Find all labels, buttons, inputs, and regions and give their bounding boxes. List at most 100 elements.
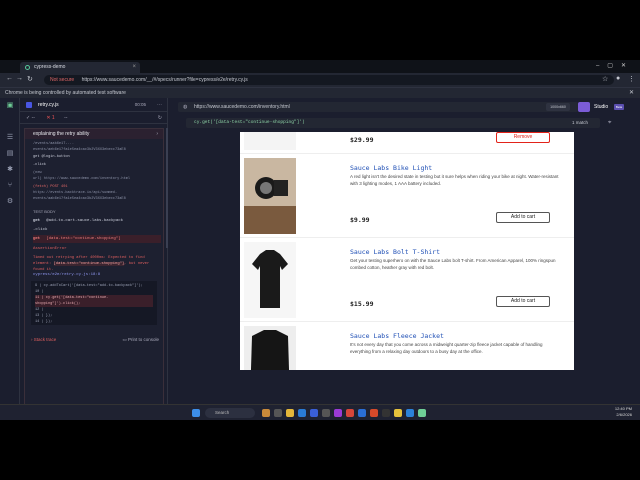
test-panel: explaining the retry ability › /events/a… bbox=[24, 128, 164, 414]
chevron-right-icon[interactable]: › bbox=[156, 129, 158, 139]
test-body-label: TEST BODY bbox=[33, 209, 56, 214]
product-card: $29.99 Remove bbox=[240, 132, 574, 154]
passed-check-icon: ✓ bbox=[26, 115, 31, 121]
bookmark-star-icon[interactable]: ☆ bbox=[602, 75, 608, 83]
log-line[interactable]: (fetch) POST 401 bbox=[33, 185, 68, 189]
test-title-row[interactable]: explaining the retry ability › bbox=[25, 129, 163, 139]
chrome-icon[interactable] bbox=[394, 409, 402, 417]
test-stats: ✓ -- ✕ 1 -- ↻ bbox=[20, 112, 168, 124]
product-image[interactable] bbox=[244, 242, 296, 318]
selector-target-icon[interactable]: ⌖ bbox=[608, 118, 611, 128]
product-description: It's not every day that you come across … bbox=[350, 342, 543, 354]
remove-button[interactable]: Remove bbox=[496, 132, 550, 143]
app-under-test: ◍ https://www.saucedemo.com/inventory.ht… bbox=[168, 98, 640, 420]
settings-gear-icon[interactable]: ⚙ bbox=[6, 198, 14, 206]
project-icon[interactable]: ▣ bbox=[6, 102, 14, 110]
selector-playground-input[interactable]: cy.get('[data-test="continue-shopping"]'… bbox=[186, 118, 600, 128]
back-icon[interactable]: ← bbox=[6, 75, 13, 82]
reload-icon[interactable]: ↻ bbox=[27, 75, 33, 83]
stack-trace-toggle[interactable]: › Stack trace ▭ Print to console bbox=[31, 335, 159, 345]
rerun-icon[interactable]: ↻ bbox=[158, 112, 162, 124]
duration: 00:05 bbox=[134, 102, 146, 107]
log-line: https://events.backtrace.io/api/summed- bbox=[33, 191, 118, 195]
studio-label[interactable]: Studio bbox=[594, 102, 608, 112]
reporter-header: retry.cy.js 00:05 ⋯ bbox=[20, 98, 168, 112]
test-title: explaining the retry ability bbox=[33, 131, 90, 137]
tab-close-icon[interactable]: × bbox=[132, 62, 136, 73]
match-count: 1 match bbox=[572, 120, 589, 125]
product-card: Sauce Labs Bolt T-Shirt Get your testing… bbox=[240, 238, 574, 322]
command-name: get bbox=[33, 219, 41, 223]
product-image[interactable] bbox=[244, 158, 296, 234]
command-row[interactable]: -click bbox=[33, 226, 161, 234]
command-row[interactable]: get @add-to-cart-sauce-labs-backpack bbox=[33, 217, 161, 225]
app-icon[interactable] bbox=[262, 409, 270, 417]
studio-icon[interactable] bbox=[578, 102, 590, 112]
product-name-link[interactable]: Sauce Labs Fleece Jacket bbox=[350, 332, 444, 340]
product-image[interactable] bbox=[244, 132, 296, 150]
failed-command-row[interactable]: get [data-test="continue-shopping"] bbox=[33, 235, 161, 243]
log-line[interactable]: -click bbox=[33, 163, 46, 167]
forward-icon[interactable]: → bbox=[16, 75, 23, 82]
add-to-cart-button[interactable]: Add to cart bbox=[496, 212, 550, 223]
address-bar: ← → ↻ Not secure https://www.saucedemo.c… bbox=[0, 73, 640, 87]
failed-count-badge: ✕ 1 bbox=[46, 115, 55, 121]
product-name-link[interactable]: Sauce Labs Bike Light bbox=[350, 164, 432, 172]
taskbar-search[interactable]: Search bbox=[205, 408, 255, 418]
chevron-right-icon: › bbox=[31, 337, 33, 342]
vscode-icon[interactable] bbox=[406, 409, 414, 417]
command-arg: @add-to-cart-sauce-labs-backpack bbox=[46, 219, 124, 223]
cypress-icon[interactable] bbox=[418, 409, 426, 417]
command-name: get bbox=[33, 237, 41, 241]
url-field[interactable]: Not secure https://www.saucedemo.com/__/… bbox=[44, 75, 614, 85]
browser-tab[interactable]: cypress-demo × bbox=[20, 62, 140, 73]
app-icon[interactable] bbox=[334, 409, 342, 417]
window-controls[interactable]: –▢✕ bbox=[596, 60, 634, 73]
debug-icon[interactable]: ✱ bbox=[6, 166, 14, 174]
product-price: $29.99 bbox=[350, 136, 374, 144]
browser-window: cypress-demo × –▢✕ ← → ↻ Not secure http… bbox=[0, 60, 640, 420]
log-line: events/aab6e17fa1e5ea4cac3b2V3XX3ebecc73… bbox=[33, 197, 126, 201]
task-view-icon[interactable] bbox=[274, 409, 282, 417]
terminal-icon[interactable] bbox=[382, 409, 390, 417]
clock-date: 2/6/2026 bbox=[616, 412, 632, 417]
app-icon[interactable] bbox=[346, 409, 354, 417]
assertion-error-title: AssertionError bbox=[33, 247, 67, 251]
specs-icon[interactable]: ☰ bbox=[6, 134, 14, 142]
command-arg: [data-test="continue-shopping"] bbox=[46, 237, 121, 241]
error-file-link[interactable]: cypress/e2e/retry.cy.js:18:8 bbox=[33, 273, 100, 277]
passed-count: -- bbox=[31, 115, 35, 121]
cypress-sidenav: ▣ ☰ ▤ ✱ ⑂ ⚙ bbox=[0, 98, 20, 420]
spec-name: retry.cy.js bbox=[38, 102, 59, 108]
fleece-jacket-image bbox=[244, 326, 296, 370]
profile-icon[interactable]: ● bbox=[616, 75, 620, 82]
branch-icon[interactable]: ⑂ bbox=[6, 182, 14, 190]
edge-icon[interactable] bbox=[298, 409, 306, 417]
mail-icon[interactable] bbox=[322, 409, 330, 417]
windows-start-icon[interactable] bbox=[192, 409, 200, 417]
not-secure-badge[interactable]: Not secure bbox=[50, 77, 74, 83]
product-description: Get your testing superhero on with the S… bbox=[350, 258, 556, 270]
beta-badge: Beta bbox=[614, 104, 624, 110]
log-line[interactable]: get @login-button bbox=[33, 155, 70, 159]
file-explorer-icon[interactable] bbox=[286, 409, 294, 417]
log-line[interactable]: url) https://www.saucedemo.com/inventory… bbox=[33, 177, 130, 181]
add-to-cart-button[interactable]: Add to cart bbox=[496, 296, 550, 307]
viewport-size[interactable]: 1000x660 bbox=[546, 103, 570, 111]
menu-dots-icon[interactable]: ⋮ bbox=[628, 75, 635, 83]
product-name-link[interactable]: Sauce Labs Bolt T-Shirt bbox=[350, 248, 440, 256]
product-price: $15.99 bbox=[350, 300, 374, 308]
command-log-reporter: retry.cy.js 00:05 ⋯ ✓ -- ✕ 1 -- ↻ explai… bbox=[20, 98, 168, 420]
bike-light-image bbox=[244, 158, 296, 234]
clock[interactable]: 12:40 PM 2/6/2026 bbox=[615, 406, 632, 418]
log-line: events/aeb6e17fa1e5ea4cac3b2V3XX3ebecc73… bbox=[33, 148, 126, 152]
log-line: (new bbox=[33, 171, 42, 175]
aut-url-text: https://www.saucedemo.com/inventory.html bbox=[194, 104, 290, 110]
store-icon[interactable] bbox=[310, 409, 318, 417]
word-icon[interactable] bbox=[358, 409, 366, 417]
print-console-button[interactable]: ▭ Print to console bbox=[122, 335, 159, 345]
product-image[interactable] bbox=[244, 326, 296, 370]
runs-icon[interactable]: ▤ bbox=[6, 150, 14, 158]
powerpoint-icon[interactable] bbox=[370, 409, 378, 417]
reporter-menu-icon[interactable]: ⋯ bbox=[157, 98, 162, 112]
